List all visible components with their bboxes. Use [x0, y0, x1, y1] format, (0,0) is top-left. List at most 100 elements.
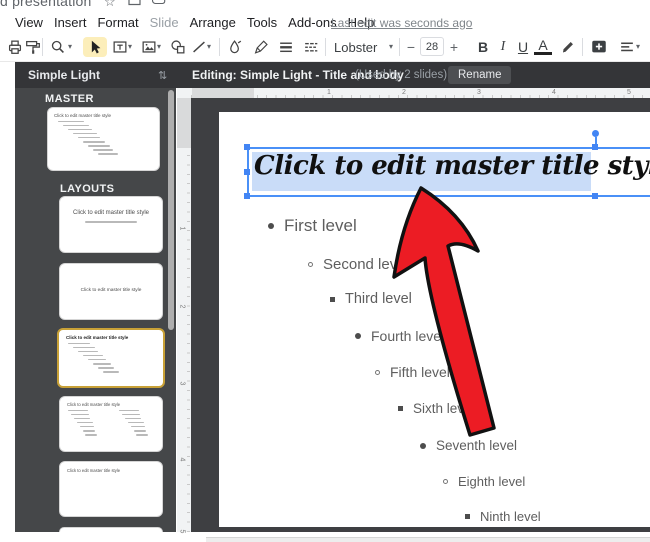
- layout-thumbnail-two-columns[interactable]: Click to edit master title style: [59, 396, 163, 452]
- layouts-sidebar: MASTER Click to edit master title style …: [15, 88, 176, 532]
- square-bullet-icon: [330, 297, 335, 302]
- highlight-color-icon[interactable]: [558, 37, 578, 57]
- layout-thumbnail-title-and-body-selected[interactable]: Click to edit master title style: [57, 328, 165, 388]
- rename-button[interactable]: Rename: [448, 66, 511, 84]
- h-ruler-number: 2: [402, 89, 406, 96]
- circle-bullet-icon: [443, 479, 448, 484]
- thumb-line: [93, 149, 113, 151]
- ruler-margin-indicator: [192, 88, 254, 98]
- layout-thumb-title: Click to edit master title style: [66, 335, 156, 340]
- menu-format[interactable]: Format: [97, 15, 138, 30]
- menu-view[interactable]: View: [15, 15, 43, 30]
- master-thumbnail[interactable]: Click to edit master title style: [47, 107, 160, 171]
- border-color-icon[interactable]: [251, 37, 271, 57]
- thumb-line: [73, 347, 95, 349]
- master-editor-header: Simple Light ⇅ Editing: Simple Light - T…: [15, 62, 650, 88]
- menu-arrange[interactable]: Arrange: [190, 15, 236, 30]
- paint-format-icon[interactable]: [23, 37, 43, 57]
- select-tool-icon[interactable]: [83, 37, 107, 57]
- add-comment-icon[interactable]: [589, 37, 609, 57]
- star-icon[interactable]: ☆: [104, 0, 116, 10]
- layout-thumbnail-section-header[interactable]: Click to edit master title style: [59, 263, 163, 320]
- align-caret[interactable]: ▾: [636, 42, 640, 51]
- thumb-line: [98, 153, 118, 155]
- layout-thumbnail-title-only[interactable]: Click to edit master title style: [59, 461, 163, 517]
- thumb-line: [63, 125, 89, 127]
- menu-slide[interactable]: Slide: [150, 15, 179, 30]
- zoom-icon[interactable]: [48, 37, 68, 57]
- border-weight-icon[interactable]: [276, 37, 296, 57]
- toolbar-divider: [582, 38, 583, 56]
- line-caret[interactable]: ▾: [207, 42, 211, 51]
- resize-handle-bottom-left[interactable]: [244, 193, 250, 199]
- disc-bullet-icon: [268, 223, 274, 229]
- font-size-input[interactable]: 28: [420, 37, 444, 56]
- disc-bullet-icon: [355, 333, 361, 339]
- bullet-level-8[interactable]: Eighth level: [443, 474, 525, 489]
- bullet-label: Eighth level: [458, 474, 525, 489]
- last-edit-link[interactable]: Last edit was seconds ago: [331, 13, 472, 32]
- red-pointer-arrow: [370, 183, 510, 445]
- bullet-level-1[interactable]: First level: [268, 216, 357, 236]
- layout-thumbnail-partial[interactable]: [59, 527, 163, 532]
- menu-addons[interactable]: Add-ons: [288, 15, 336, 30]
- h-ruler-number: 5: [627, 89, 631, 96]
- toolbar: ▾ ▾ ▾ ▾ Lobster ▾ − 28 + B I U A: [0, 32, 650, 62]
- toolbar-divider: [219, 38, 220, 56]
- document-titlebar: d presentation ☆: [0, 0, 650, 13]
- image-caret[interactable]: ▾: [157, 42, 161, 51]
- sort-arrows-icon[interactable]: ⇅: [158, 69, 167, 82]
- document-title[interactable]: d presentation: [0, 0, 92, 9]
- master-section-label: MASTER: [45, 93, 94, 105]
- thumb-line: [68, 343, 90, 345]
- border-dash-icon[interactable]: [301, 37, 321, 57]
- rotation-handle[interactable]: [592, 130, 599, 137]
- v-ruler-number: 1: [178, 227, 185, 231]
- bullet-label: First level: [284, 216, 357, 236]
- font-size-increase-button[interactable]: +: [447, 37, 461, 57]
- v-ruler-number: 2: [178, 305, 185, 309]
- font-size-decrease-button[interactable]: −: [404, 37, 418, 57]
- shape-icon[interactable]: [168, 37, 188, 57]
- resize-handle-top-left[interactable]: [244, 144, 250, 150]
- line-icon[interactable]: [189, 37, 209, 57]
- sidebar-scrollbar[interactable]: [168, 90, 174, 330]
- align-icon[interactable]: [617, 37, 637, 57]
- horizontal-ruler: 1 2 3 4 5: [177, 88, 650, 98]
- print-icon[interactable]: [5, 37, 25, 57]
- thumb-line: [88, 145, 110, 147]
- menu-tools[interactable]: Tools: [247, 15, 277, 30]
- bullet-level-9[interactable]: Ninth level: [465, 509, 541, 524]
- thumb-line: [58, 121, 84, 123]
- h-ruler-number: 3: [477, 89, 481, 96]
- move-folder-icon[interactable]: [128, 0, 141, 10]
- resize-handle-bottom-center[interactable]: [592, 193, 598, 199]
- resize-handle-top-center[interactable]: [592, 144, 598, 150]
- menu-bar: View Insert Format Slide Arrange Tools A…: [0, 13, 650, 32]
- layout-thumb-title: Click to edit master title style: [60, 288, 162, 293]
- italic-button[interactable]: I: [494, 37, 512, 57]
- font-family-caret[interactable]: ▾: [389, 42, 393, 51]
- vertical-ruler: 1 2 3 4 5: [177, 98, 191, 532]
- master-title-text[interactable]: Click to edit master title style: [254, 151, 650, 181]
- resize-handle-mid-left[interactable]: [244, 169, 250, 175]
- fill-color-icon[interactable]: [225, 37, 245, 57]
- text-box-caret[interactable]: ▾: [128, 42, 132, 51]
- thumb-line: [93, 363, 111, 365]
- text-box-icon[interactable]: [110, 37, 130, 57]
- zoom-dropdown-caret[interactable]: ▾: [68, 42, 72, 51]
- menu-insert[interactable]: Insert: [54, 15, 87, 30]
- circle-bullet-icon: [308, 262, 313, 267]
- cloud-status-icon[interactable]: [152, 0, 166, 9]
- bold-button[interactable]: B: [474, 37, 492, 57]
- text-color-button[interactable]: A: [534, 38, 552, 55]
- selection-border-top: [247, 147, 650, 149]
- underline-button[interactable]: U: [514, 37, 532, 57]
- layout-thumb-title: Click to edit master title style: [60, 210, 162, 217]
- thumb-columns: [67, 407, 155, 436]
- thumb-line: [68, 129, 92, 131]
- image-icon[interactable]: [139, 37, 159, 57]
- font-family-select[interactable]: Lobster: [334, 37, 377, 57]
- layout-thumbnail-title-slide[interactable]: Click to edit master title style: [59, 196, 163, 253]
- bullet-label: Ninth level: [480, 509, 541, 524]
